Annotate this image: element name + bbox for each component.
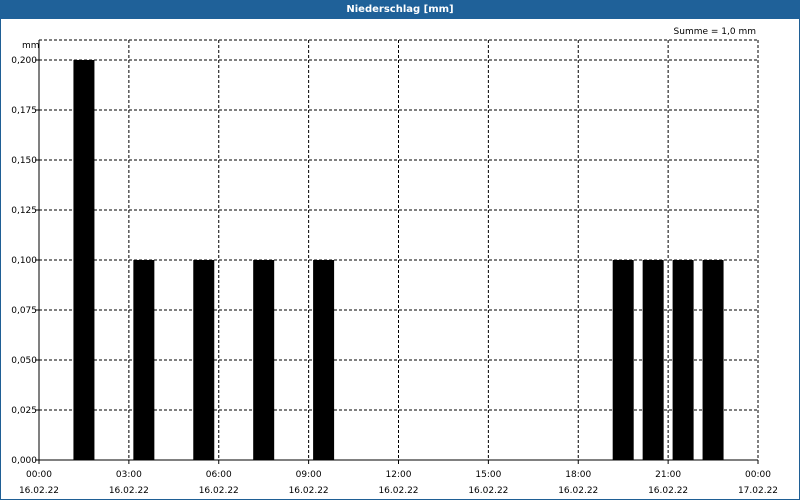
precipitation-bar [73, 60, 95, 460]
precipitation-bar [702, 260, 724, 460]
x-tick-date: 16.02.22 [648, 486, 688, 496]
y-tick-label: 0,100 [11, 256, 37, 266]
x-tick-time: 00:00 [745, 470, 771, 480]
x-tick-time: 18:00 [565, 470, 591, 480]
y-tick-label: 0,200 [11, 56, 37, 66]
y-tick-label: 0,175 [11, 106, 37, 116]
x-tick-time: 06:00 [206, 470, 232, 480]
x-tick-time: 21:00 [655, 470, 681, 480]
x-tick-date: 16.02.22 [289, 486, 329, 496]
y-tick-label: 0,025 [11, 406, 37, 416]
x-tick-date: 16.02.22 [468, 486, 508, 496]
x-tick-date: 16.02.22 [109, 486, 149, 496]
x-tick-date: 16.02.22 [558, 486, 598, 496]
x-tick-date: 16.02.22 [19, 486, 59, 496]
precipitation-bar [672, 260, 694, 460]
y-tick-label: 0,150 [11, 156, 37, 166]
y-tick-label: 0,125 [11, 206, 37, 216]
y-tick-label: 0,075 [11, 306, 37, 316]
x-tick-time: 03:00 [116, 470, 142, 480]
y-tick-label: 0,050 [11, 356, 37, 366]
x-tick-time: 09:00 [296, 470, 322, 480]
precipitation-bar [253, 260, 275, 460]
y-axis-label: mm [22, 41, 40, 51]
x-tick-date: 16.02.22 [378, 486, 418, 496]
precipitation-bar [193, 260, 215, 460]
precipitation-bar [642, 260, 664, 460]
x-tick-date: 16.02.22 [199, 486, 239, 496]
sum-annotation: Summe = 1,0 mm [674, 27, 756, 37]
y-tick-label: 0,000 [11, 456, 37, 466]
x-tick-time: 15:00 [475, 470, 501, 480]
precipitation-bar [133, 260, 155, 460]
x-tick-time: 00:00 [26, 470, 52, 480]
precipitation-bar [612, 260, 634, 460]
precipitation-bar [313, 260, 335, 460]
x-tick-date: 17.02.22 [738, 486, 778, 496]
chart-area: mm Summe = 1,0 mm 0,000 0,025 0,050 0,075 0,… [11, 27, 778, 496]
x-tick-time: 12:00 [386, 470, 412, 480]
